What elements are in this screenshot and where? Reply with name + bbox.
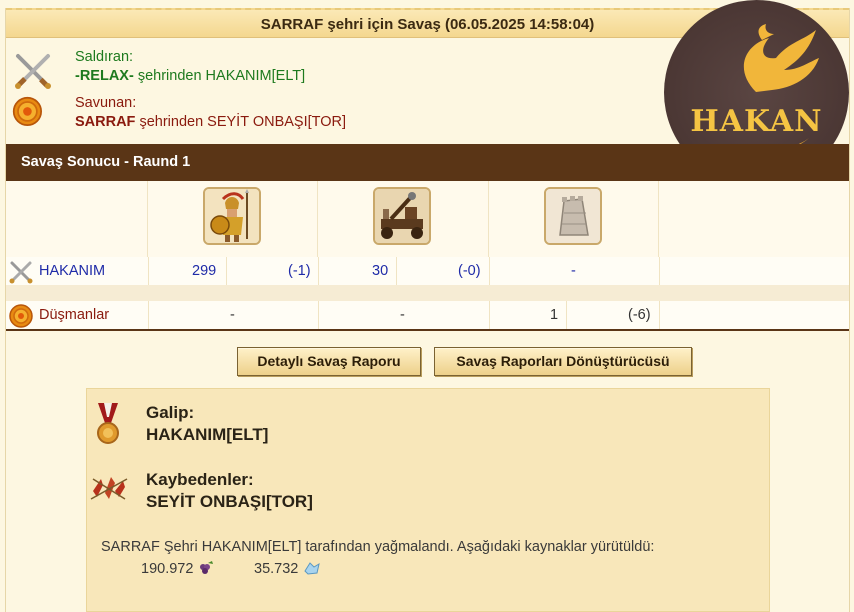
defender-section: Savunan: SARRAF şehrinden SEYİT ONBAŞI[T… — [12, 94, 346, 132]
unit-column-1 — [148, 181, 318, 257]
attacker-line: -RELAX- şehrinden HAKANIM[ELT] — [75, 67, 305, 86]
crystal-amount: 35.732 — [254, 561, 299, 577]
table-row-attacker: HAKANIM 299 (-1) 30 (-0) - — [6, 257, 849, 285]
table-bottom-rule — [6, 329, 849, 331]
hoplite-icon[interactable] — [203, 187, 261, 245]
medal-icon — [97, 403, 119, 444]
unit-loss: (-0) — [458, 263, 481, 279]
fallen-soldiers-icon — [90, 477, 128, 500]
unit-column-3 — [489, 181, 659, 257]
shield-icon — [9, 304, 33, 328]
attacker-city-link[interactable]: -RELAX- — [75, 68, 134, 84]
crystal-icon — [304, 562, 320, 575]
grid-corner — [6, 181, 148, 257]
city-wall-icon[interactable] — [544, 187, 602, 245]
defender-city-link[interactable]: SARRAF — [75, 114, 135, 130]
attacker-name-link[interactable]: HAKANIM — [39, 263, 105, 279]
detailed-report-button[interactable]: Detaylı Savaş Raporu — [237, 347, 421, 376]
defender-name: Düşmanlar — [39, 307, 110, 323]
unit-count: - — [230, 307, 235, 323]
round-header: Savaş Sonucu - Raund 1 — [6, 144, 849, 181]
loot-description: SARRAF Şehri HAKANIM[ELT] tarafından yağ… — [101, 539, 655, 555]
defender-line: SARRAF şehrinden SEYİT ONBAŞI[TOR] — [75, 113, 346, 132]
attacker-player-link[interactable]: şehrinden HAKANIM[ELT] — [134, 68, 305, 84]
winner-label: Galip: — [146, 403, 195, 422]
unit-count: - — [571, 263, 576, 279]
unit-count: - — [400, 307, 405, 323]
losers-label: Kaybedenler: — [146, 470, 254, 489]
unit-count: 30 — [372, 263, 389, 279]
report-converter-button[interactable]: Savaş Raporları Dönüştürücüsü — [434, 347, 692, 376]
shield-icon — [12, 96, 42, 126]
defender-player-link[interactable]: şehrinden SEYİT ONBAŞI[TOR] — [135, 114, 346, 130]
unit-loss: (-6) — [628, 307, 651, 323]
catapult-icon[interactable] — [373, 187, 431, 245]
logo-text: HAKAN — [690, 104, 823, 139]
wine-icon — [200, 561, 213, 574]
defender-label: Savunan: — [75, 95, 137, 111]
unit-count: 1 — [550, 307, 559, 323]
unit-column-empty — [659, 181, 849, 257]
unit-count: 299 — [192, 263, 217, 279]
crossed-swords-icon — [9, 261, 33, 284]
battle-summary: Galip: HAKANIM[ELT] Kaybedenler: SEYİT O… — [86, 388, 770, 612]
attacker-section: Saldıran: -RELAX- şehrinden HAKANIM[ELT] — [12, 48, 305, 92]
winner-name: HAKANIM[ELT] — [146, 425, 269, 444]
unit-column-2 — [318, 181, 489, 257]
unit-loss: (-1) — [288, 263, 311, 279]
table-row-defender: Düşmanlar - - 1 (-6) — [6, 301, 849, 329]
losers-name: SEYİT ONBAŞI[TOR] — [146, 492, 313, 511]
wine-amount: 190.972 — [141, 561, 194, 577]
row-spacer — [6, 285, 849, 301]
attacker-label: Saldıran: — [75, 49, 134, 65]
crossed-swords-icon — [15, 54, 51, 89]
